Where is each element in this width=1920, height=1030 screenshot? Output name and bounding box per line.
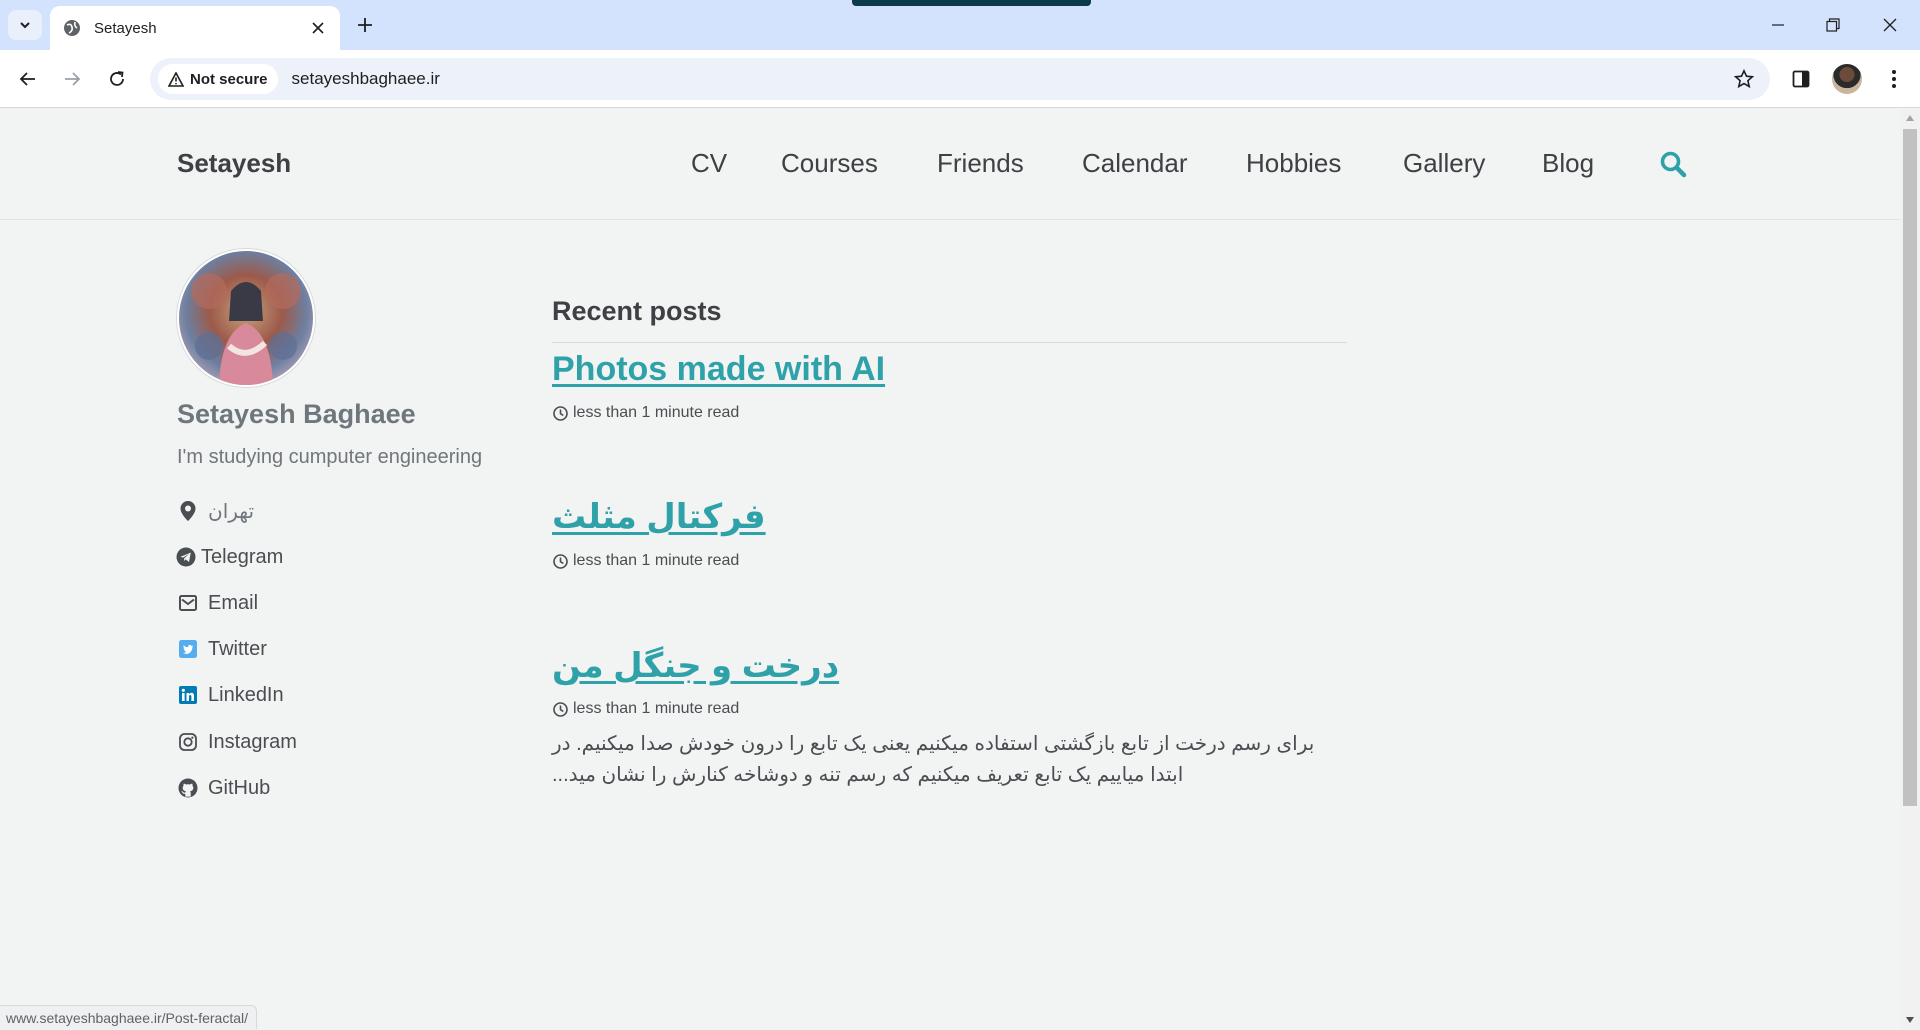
nav-link-gallery[interactable]: Gallery: [1403, 148, 1485, 179]
browser-tab[interactable]: Setayesh: [50, 6, 340, 50]
author-link-label: Twitter: [208, 637, 267, 660]
author-link-label: Instagram: [208, 730, 297, 753]
reload-button[interactable]: [101, 63, 133, 95]
scrollbar-thumb[interactable]: [1903, 129, 1917, 806]
nav-link-cv[interactable]: CV: [691, 148, 727, 179]
nav-link-hobbies[interactable]: Hobbies: [1246, 148, 1341, 179]
masthead: Setayesh CV Courses Friends Calendar Hob…: [0, 109, 1900, 220]
search-icon: [1660, 151, 1687, 178]
browser-tab-strip: Setayesh: [0, 0, 1920, 50]
nav-link-blog[interactable]: Blog: [1542, 148, 1594, 179]
close-tab-icon[interactable]: [308, 18, 328, 38]
envelope-icon: [177, 592, 199, 614]
minimize-icon: [1772, 24, 1784, 26]
author-link-email[interactable]: Email: [177, 588, 258, 618]
nav-link-friends[interactable]: Friends: [937, 148, 1024, 179]
post-read-time-label: less than 1 minute read: [573, 700, 740, 717]
side-panel-button[interactable]: [1785, 63, 1817, 95]
author-link-github[interactable]: GitHub: [177, 773, 270, 803]
twitter-icon: [177, 638, 199, 660]
close-window-button[interactable]: [1870, 10, 1910, 40]
post-title-link[interactable]: درخت و جنگل من: [552, 646, 839, 686]
author-link-instagram[interactable]: Instagram: [177, 727, 297, 757]
address-bar[interactable]: Not secure setayeshbaghaee.ir: [150, 58, 1770, 100]
author-link-telegram[interactable]: Telegram: [175, 542, 283, 572]
author-link-label: GitHub: [208, 776, 271, 799]
restore-icon: [1826, 18, 1840, 32]
linkedin-icon: [177, 684, 199, 706]
post-excerpt: برای رسم درخت از تابع بازگشتی استفاده می…: [552, 733, 1315, 786]
author-link-twitter[interactable]: Twitter: [177, 634, 267, 664]
side-panel-icon: [1792, 70, 1810, 88]
post-title-link[interactable]: فرکتال مثلث: [552, 497, 766, 537]
author-location: تهران: [177, 496, 254, 526]
minimize-button[interactable]: [1758, 10, 1798, 40]
window-drag-indicator: [852, 0, 1091, 6]
author-link-label: Telegram: [201, 545, 284, 568]
vertical-scrollbar[interactable]: [1900, 109, 1920, 1030]
nav-link-courses[interactable]: Courses: [781, 148, 878, 179]
author-location-label: تهران: [208, 500, 255, 523]
new-tab-button[interactable]: [352, 12, 378, 38]
chevron-down-icon: [20, 22, 30, 29]
globe-icon: [62, 18, 82, 38]
more-vertical-icon: [1892, 70, 1896, 88]
recent-posts-heading: Recent posts: [552, 288, 1347, 343]
site-search-button[interactable]: [1657, 148, 1689, 180]
instagram-icon: [177, 731, 199, 753]
author-bio: I'm studying cumputer engineering: [177, 446, 483, 468]
back-button[interactable]: [12, 63, 44, 95]
post-read-time: less than 1 minute read: [552, 698, 739, 720]
reload-icon: [110, 71, 124, 86]
telegram-icon: [175, 546, 197, 568]
profile-avatar[interactable]: [1832, 64, 1862, 94]
author-link-label: Email: [208, 591, 259, 614]
clock-icon: [552, 405, 568, 421]
plus-icon: [358, 18, 372, 32]
author-link-label: LinkedIn: [208, 683, 284, 706]
web-page: Setayesh CV Courses Friends Calendar Hob…: [0, 109, 1900, 1030]
nav-link-calendar[interactable]: Calendar: [1082, 148, 1188, 179]
author-avatar: [177, 249, 315, 387]
url-text[interactable]: setayeshbaghaee.ir: [292, 69, 440, 89]
close-icon: [1883, 18, 1897, 32]
post-read-time-label: less than 1 minute read: [573, 552, 740, 569]
arrow-left-icon: [19, 72, 35, 86]
post-read-time-label: less than 1 minute read: [573, 404, 740, 421]
author-link-linkedin[interactable]: LinkedIn: [177, 680, 284, 710]
scroll-up-arrow-icon[interactable]: [1905, 113, 1915, 123]
security-indicator[interactable]: Not secure: [158, 64, 278, 94]
forward-button[interactable]: [56, 63, 88, 95]
bookmark-star-icon[interactable]: [1732, 67, 1756, 91]
clock-icon: [552, 553, 568, 569]
scroll-down-arrow-icon[interactable]: [1905, 1015, 1915, 1025]
warning-icon: [168, 71, 184, 87]
github-icon: [177, 777, 199, 799]
tab-title: Setayesh: [94, 19, 157, 37]
arrow-right-icon: [65, 72, 81, 86]
browser-menu-button[interactable]: [1878, 63, 1910, 95]
browser-toolbar: Not secure setayeshbaghaee.ir: [0, 50, 1920, 108]
post-read-time: less than 1 minute read: [552, 550, 739, 572]
post-read-time: less than 1 minute read: [552, 402, 739, 424]
site-title-link[interactable]: Setayesh: [177, 148, 291, 179]
restore-button[interactable]: [1813, 10, 1853, 40]
post-title-link[interactable]: Photos made with AI: [552, 350, 885, 389]
tab-search-button[interactable]: [8, 10, 42, 40]
link-status-bubble: www.setayeshbaghaee.ir/Post-feractal/: [0, 1005, 258, 1029]
author-name: Setayesh Baghaee: [177, 399, 416, 429]
map-marker-icon: [177, 500, 199, 522]
clock-icon: [552, 701, 568, 717]
security-label: Not secure: [190, 70, 268, 88]
